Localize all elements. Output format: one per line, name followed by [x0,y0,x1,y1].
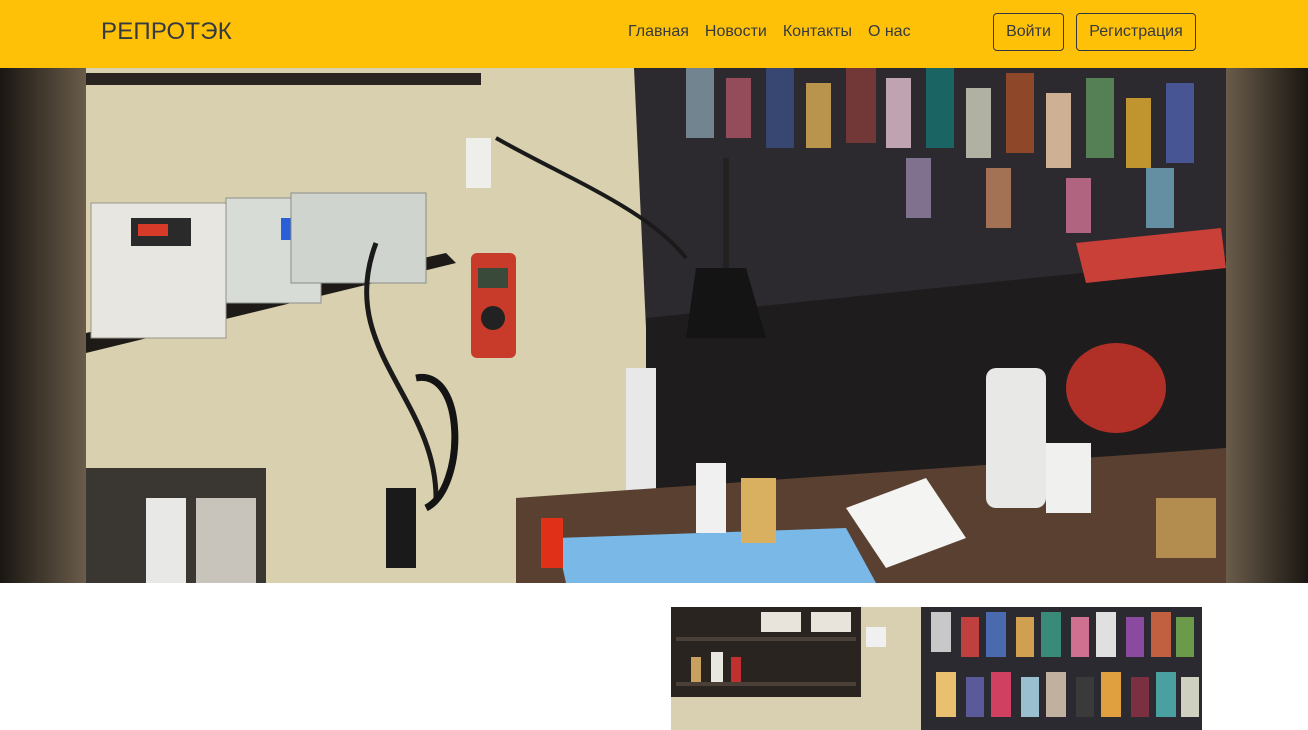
nav-links: Главная Новости Контакты О нас [620,20,919,44]
nav-link-about[interactable]: О нас [860,20,919,44]
top-navbar: РЕПРОТЭК Главная Новости Контакты О нас … [0,0,1308,68]
login-button[interactable]: Войти [993,13,1064,51]
hero-carousel [0,68,1308,583]
hero-left-edge [0,68,86,583]
nav-link-news[interactable]: Новости [697,20,775,44]
brand-logo[interactable]: РЕПРОТЭК [101,17,232,47]
shop-thumbnail-image [671,607,1202,730]
hero-image-repair-workbench [86,68,1226,583]
nav-link-contacts[interactable]: Контакты [775,20,860,44]
nav-link-home[interactable]: Главная [620,20,697,44]
register-button[interactable]: Регистрация [1076,13,1196,51]
hero-right-edge [1226,68,1308,583]
